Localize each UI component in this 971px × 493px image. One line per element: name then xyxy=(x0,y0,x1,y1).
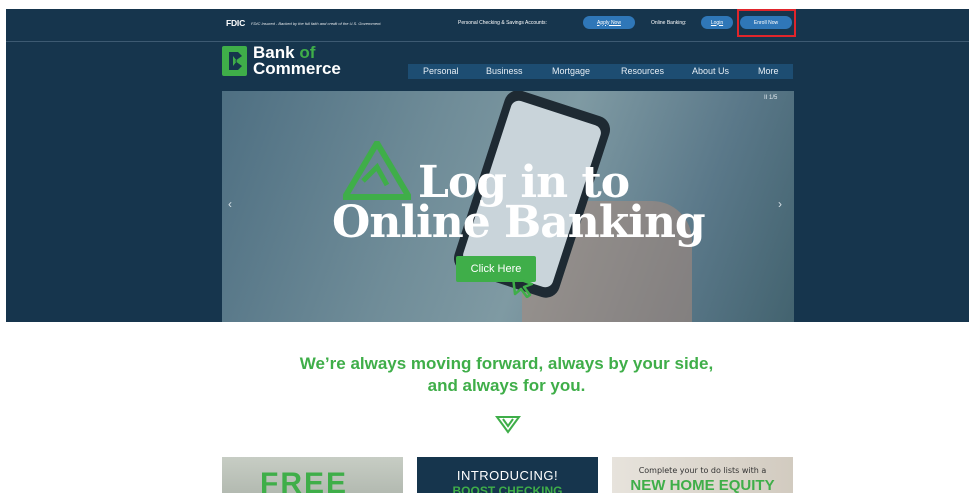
hero-slider: Log in to Online Banking Click Here ‹ › … xyxy=(222,91,794,322)
logo-word-commerce: Commerce xyxy=(253,59,341,78)
hero-title-line2: Online Banking xyxy=(332,197,706,248)
promo-equity-line2: NEW HOME EQUITY xyxy=(630,477,775,493)
promo-card-free[interactable]: FREE xyxy=(222,457,403,493)
fdic-disclaimer: FDIC Insured - Backed by the full faith … xyxy=(251,20,382,26)
promo-card-home-equity[interactable]: Complete your to do lists with a NEW HOM… xyxy=(612,457,793,493)
nav-about-us[interactable]: About Us xyxy=(692,66,729,76)
cursor-icon xyxy=(511,275,534,298)
slider-pager[interactable]: II 1/5 xyxy=(764,95,777,101)
login-button[interactable]: Login xyxy=(701,16,733,29)
promo-free-text: FREE xyxy=(260,467,349,493)
accounts-label: Personal Checking & Savings Accounts: xyxy=(458,20,547,26)
online-banking-label: Online Banking: xyxy=(651,20,687,26)
nav-more[interactable]: More xyxy=(758,66,779,76)
promo-boost-line1: INTRODUCING! xyxy=(456,468,559,483)
slider-prev-arrow[interactable]: ‹ xyxy=(228,197,232,211)
hero-logo-arrow-icon xyxy=(343,141,411,200)
bank-logo-icon[interactable] xyxy=(222,46,247,76)
promo-equity-line1: Complete your to do lists with a xyxy=(638,466,767,475)
fdic-logo: FDIC xyxy=(226,18,246,28)
main-nav: Personal Business Mortgage Resources Abo… xyxy=(408,64,793,79)
tagline-line1: We’re always moving forward, always by y… xyxy=(299,354,714,373)
nav-resources[interactable]: Resources xyxy=(621,66,664,76)
nav-personal[interactable]: Personal xyxy=(423,66,459,76)
enroll-highlight-box xyxy=(737,9,796,37)
top-bar: FDIC FDIC Insured - Backed by the full f… xyxy=(222,12,794,34)
slider-next-arrow[interactable]: › xyxy=(778,197,782,211)
bank-logo-text[interactable]: Bank of Commerce xyxy=(253,44,341,78)
chevron-down-icon[interactable] xyxy=(495,415,521,435)
nav-mortgage[interactable]: Mortgage xyxy=(552,66,590,76)
nav-business[interactable]: Business xyxy=(486,66,523,76)
promo-card-boost-checking[interactable]: INTRODUCING! BOOST CHECKING xyxy=(417,457,598,493)
promo-boost-line2: BOOST CHECKING xyxy=(452,484,563,493)
tagline-line2: and always for you. xyxy=(427,376,586,395)
tagline: We’re always moving forward, always by y… xyxy=(0,353,971,397)
apply-now-button[interactable]: Apply Now xyxy=(583,16,635,29)
header-divider xyxy=(6,41,969,42)
